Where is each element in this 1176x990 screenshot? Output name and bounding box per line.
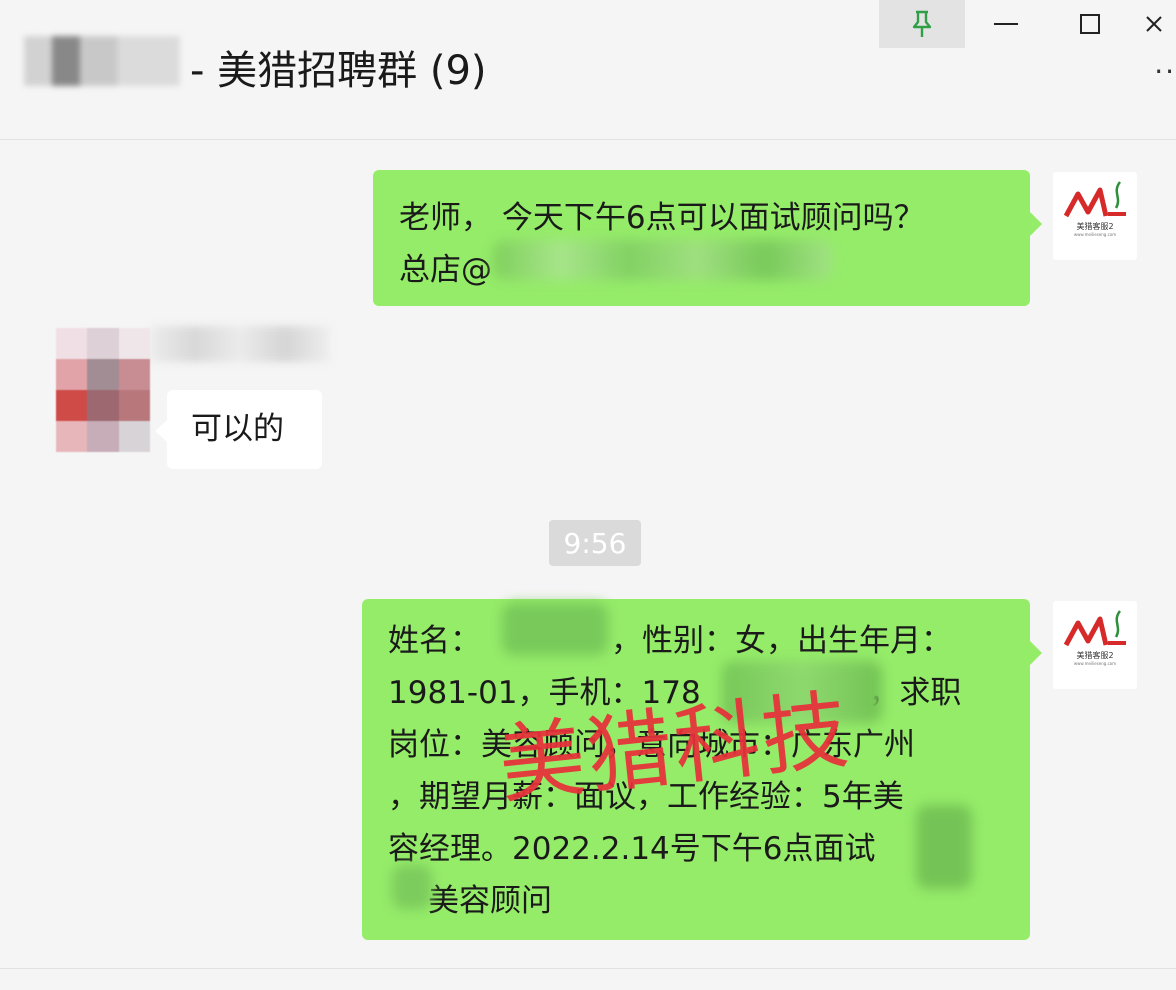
redacted-contact-name	[24, 36, 180, 86]
message-timestamp: 9:56	[549, 520, 641, 566]
company-logo-icon	[1063, 610, 1126, 647]
avatar[interactable]: 美猎客服2 www.meilieseng.com	[1053, 601, 1137, 689]
message-text-line: 老师， 今天下午6点可以面试顾问吗？	[399, 200, 925, 236]
minimize-icon	[994, 23, 1018, 25]
pin-icon	[912, 10, 932, 37]
message-text-segment: 姓名：	[388, 623, 481, 659]
message-bubble-incoming[interactable]: 可以的	[155, 390, 322, 469]
redacted-mention	[493, 240, 833, 280]
more-options-button[interactable]: ··	[1146, 58, 1176, 86]
close-icon	[1145, 16, 1162, 32]
company-logo-icon	[1063, 181, 1126, 218]
message-text-segment: ，性别：女，出生年月：	[611, 623, 952, 659]
pin-button[interactable]	[879, 0, 965, 48]
input-area-divider	[0, 968, 1176, 990]
message-text: 可以的	[191, 411, 284, 447]
logo-caption: 美猎客服2	[1076, 222, 1114, 231]
maximize-button[interactable]	[1047, 0, 1133, 48]
maximize-icon	[1080, 14, 1100, 34]
minimize-button[interactable]	[963, 0, 1049, 48]
avatar[interactable]: 美猎客服2 www.meilieseng.com	[1053, 172, 1137, 260]
logo-url: www.meilieseng.com	[1073, 232, 1117, 237]
message-text-segment: 美容顾问	[428, 883, 552, 919]
chat-title: - 美猎招聘群 (9)	[190, 48, 487, 94]
title-bar: - 美猎招聘群 (9) ··	[0, 0, 1176, 140]
redacted-location	[392, 865, 432, 909]
redacted-location	[916, 805, 972, 889]
redacted-sender-name	[150, 326, 330, 362]
avatar[interactable]	[56, 328, 150, 452]
redacted-name	[502, 603, 608, 655]
message-bubble-outgoing[interactable]: 老师， 今天下午6点可以面试顾问吗？ 总店@	[373, 170, 1042, 306]
logo-caption: 美猎客服2	[1076, 651, 1114, 660]
logo-url: www.meilieseng.com	[1073, 661, 1117, 666]
close-button[interactable]	[1131, 0, 1176, 48]
